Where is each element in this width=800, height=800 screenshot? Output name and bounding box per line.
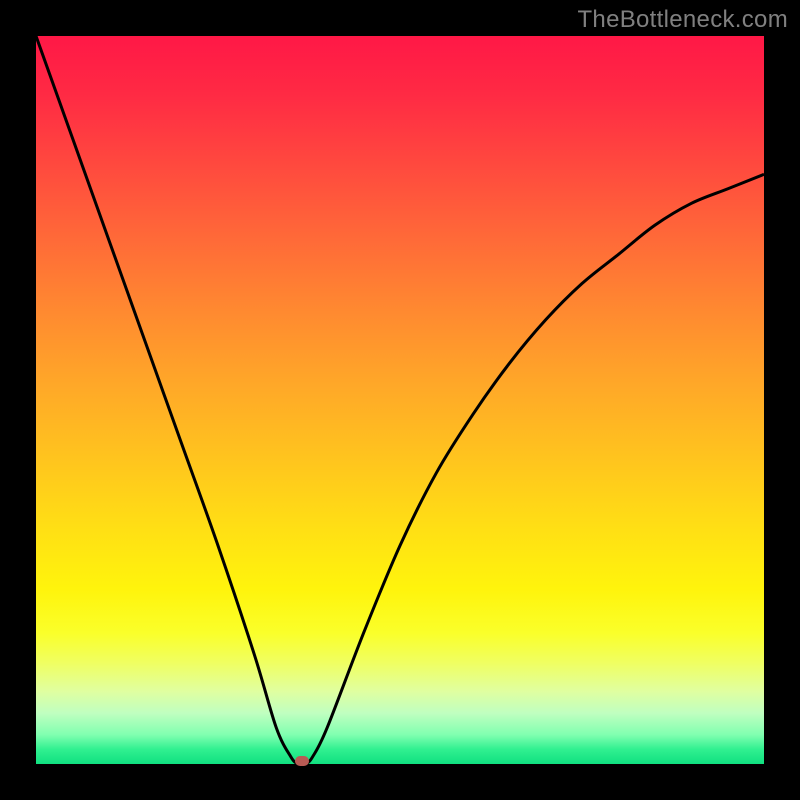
plot-area bbox=[36, 36, 764, 764]
chart-frame: TheBottleneck.com bbox=[0, 0, 800, 800]
minimum-marker bbox=[295, 756, 309, 766]
bottleneck-curve bbox=[36, 36, 764, 764]
watermark-text: TheBottleneck.com bbox=[577, 6, 788, 34]
curve-path bbox=[36, 36, 764, 764]
